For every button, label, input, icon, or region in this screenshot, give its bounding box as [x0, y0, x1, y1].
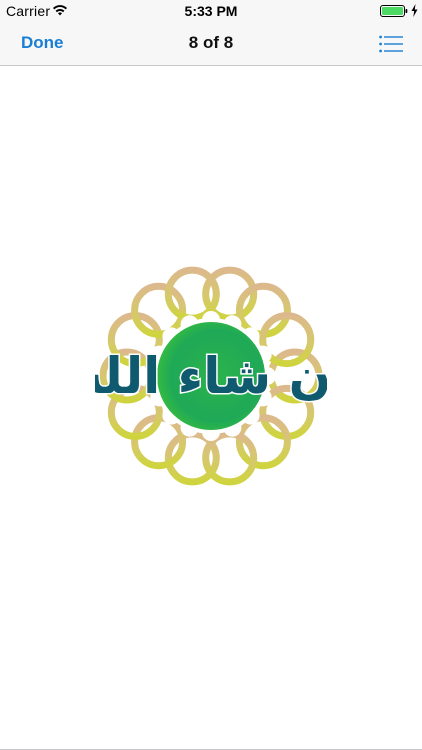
sticker-text: إن شاء الله — [95, 347, 327, 406]
photo-viewer-screen: Carrier 5:33 PM Done 8 of 8 ن شاء الل — [0, 0, 422, 750]
list-icon[interactable] — [379, 35, 403, 53]
page-counter-title: 8 of 8 — [188, 33, 234, 52]
navigation-bar: Done 8 of 8 — [0, 22, 422, 66]
charging-icon — [411, 4, 418, 17]
status-time: 5:33 PM — [184, 3, 238, 19]
inshallah-sticker-image: إن شاء الله — [95, 266, 327, 486]
battery-icon — [380, 5, 408, 17]
photo-content-area[interactable]: إن شاء الله — [0, 66, 422, 750]
status-bar: Carrier 5:33 PM — [0, 0, 422, 22]
